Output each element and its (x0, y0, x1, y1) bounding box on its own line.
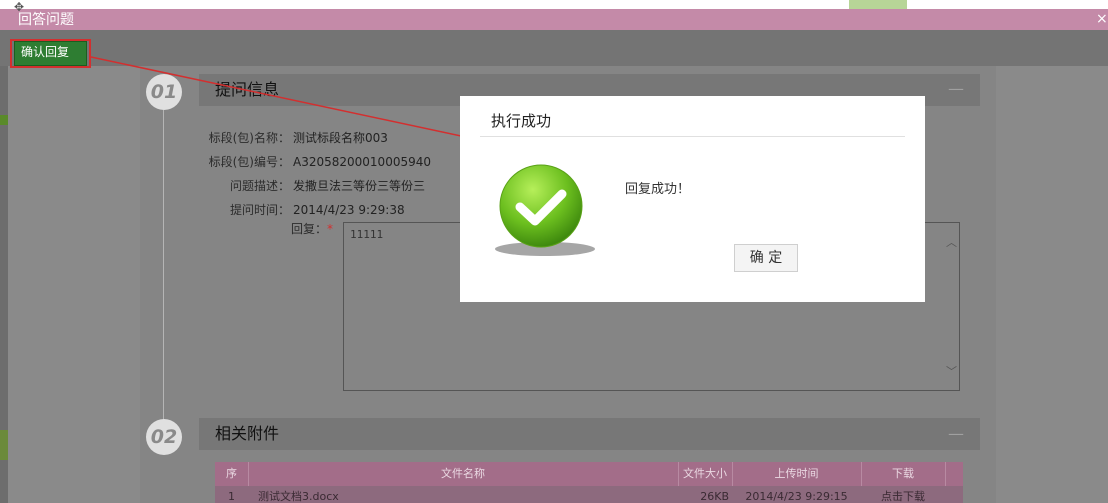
ok-button[interactable]: 确 定 (734, 244, 798, 272)
dialog-divider (480, 136, 905, 137)
dialog-title: 执行成功 (491, 112, 552, 130)
dialog-message: 回复成功！ (625, 182, 691, 197)
success-dialog: 执行成功 回复成功！ 确 定 (460, 96, 925, 302)
success-check-icon (499, 164, 583, 248)
